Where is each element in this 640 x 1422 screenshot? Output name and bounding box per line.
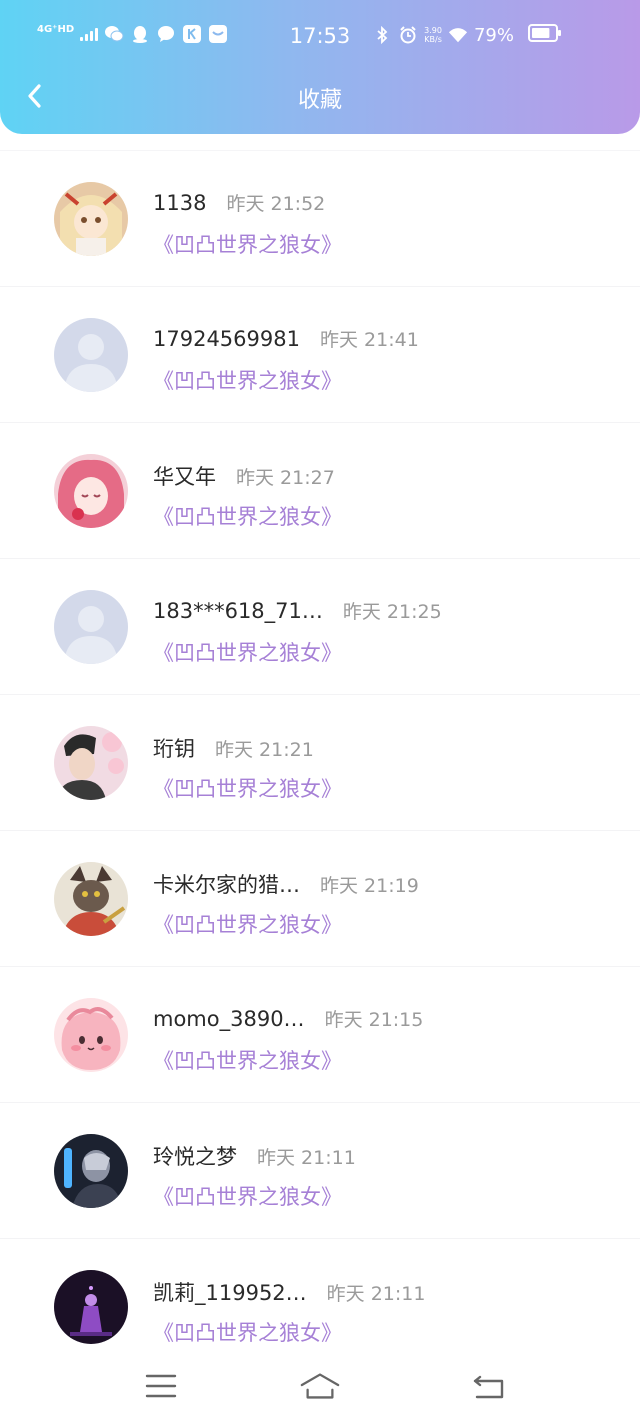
status-bar: 4G⁺HD 17:53 3.90 KB/s 79% (0, 0, 640, 74)
favorite-time: 昨天 21:19 (320, 875, 419, 897)
favorite-time: 昨天 21:41 (319, 329, 419, 351)
user-name[interactable]: 珩钥 (153, 733, 195, 763)
favorite-item[interactable]: 183***618_71… 昨天 21:25 《凹凸世界之狼女》 (0, 559, 640, 695)
favorite-item[interactable]: 1138 昨天 21:52 《凹凸世界之狼女》 (0, 151, 640, 287)
avatar-anime-beast-character[interactable] (54, 862, 128, 936)
work-title-link[interactable]: 《凹凸世界之狼女》 (153, 1045, 342, 1075)
favorite-item[interactable]: 珩钥 昨天 21:21 《凹凸世界之狼女》 (0, 695, 640, 831)
user-name[interactable]: 183***618_71… (153, 599, 323, 623)
work-title-link[interactable]: 《凹凸世界之狼女》 (153, 909, 342, 939)
user-name[interactable]: 17924569981 (153, 327, 300, 351)
status-right: 3.90 KB/s 79% (372, 24, 562, 46)
favorite-time: 昨天 21:15 (324, 1009, 424, 1031)
avatar-anime-blonde-girl[interactable] (54, 182, 128, 256)
avatar-pink-blob-mascot[interactable] (54, 998, 128, 1072)
home-button[interactable] (300, 1366, 340, 1406)
wifi-icon (448, 25, 468, 45)
item-header: 183***618_71… 昨天 21:25 (153, 597, 442, 624)
item-header: 1138 昨天 21:52 (153, 189, 325, 216)
alarm-icon (398, 25, 418, 45)
avatar-anime-pink-hair-girl[interactable] (54, 454, 128, 528)
favorite-item[interactable]: 玲悦之梦 昨天 21:11 《凹凸世界之狼女》 (0, 1103, 640, 1239)
user-name[interactable]: 华又年 (153, 461, 216, 491)
network-speed: 3.90 KB/s (424, 26, 442, 44)
avatar-default-silhouette[interactable] (54, 318, 128, 392)
menu-icon (145, 1374, 177, 1398)
user-name[interactable]: 卡米尔家的猎… (153, 869, 300, 899)
item-header: 17924569981 昨天 21:41 (153, 325, 419, 352)
favorite-time: 昨天 21:21 (215, 739, 314, 761)
battery-icon (528, 24, 562, 46)
avatar-dark-armored-character[interactable] (54, 1134, 128, 1208)
avatar-default-silhouette[interactable] (54, 590, 128, 664)
work-title-link[interactable]: 《凹凸世界之狼女》 (153, 365, 342, 395)
nav-bar: 收藏 (0, 74, 640, 120)
favorite-time: 昨天 21:11 (257, 1147, 356, 1169)
favorites-list: 1138 昨天 21:52 《凹凸世界之狼女》 17924569981 昨天 2… (0, 150, 640, 1375)
user-name[interactable]: 玲悦之梦 (153, 1141, 237, 1171)
work-title-link[interactable]: 《凹凸世界之狼女》 (153, 229, 342, 259)
item-header: 玲悦之梦 昨天 21:11 (153, 1141, 356, 1171)
system-nav-bar (0, 1350, 640, 1422)
favorite-time: 昨天 21:25 (342, 601, 442, 623)
favorite-item[interactable]: momo_3890… 昨天 21:15 《凹凸世界之狼女》 (0, 967, 640, 1103)
speed-value: 3.90 (424, 26, 442, 35)
back-icon (473, 1375, 504, 1399)
user-name[interactable]: 1138 (153, 191, 206, 215)
favorite-item[interactable]: 华又年 昨天 21:27 《凹凸世界之狼女》 (0, 423, 640, 559)
avatar-dark-purple-scene[interactable] (54, 1270, 128, 1344)
favorite-item[interactable]: 卡米尔家的猎… 昨天 21:19 《凹凸世界之狼女》 (0, 831, 640, 967)
user-name[interactable]: momo_3890… (153, 1007, 305, 1031)
work-title-link[interactable]: 《凹凸世界之狼女》 (153, 637, 342, 667)
bluetooth-icon (372, 25, 392, 45)
favorite-time: 昨天 21:52 (226, 193, 326, 215)
battery-percent: 79% (473, 24, 514, 46)
item-header: 卡米尔家的猎… 昨天 21:19 (153, 869, 419, 899)
work-title-link[interactable]: 《凹凸世界之狼女》 (153, 1181, 342, 1211)
user-name[interactable]: 凯莉_119952… (153, 1277, 307, 1307)
item-header: 华又年 昨天 21:27 (153, 461, 335, 491)
work-title-link[interactable]: 《凹凸世界之狼女》 (153, 501, 342, 531)
page-title: 收藏 (297, 88, 342, 113)
menu-button[interactable] (141, 1366, 181, 1406)
avatar-man-cherry-blossom[interactable] (54, 726, 128, 800)
system-back-button[interactable] (468, 1366, 508, 1406)
favorite-item[interactable]: 17924569981 昨天 21:41 《凹凸世界之狼女》 (0, 287, 640, 423)
item-header: 珩钥 昨天 21:21 (153, 733, 314, 763)
work-title-link[interactable]: 《凹凸世界之狼女》 (153, 773, 342, 803)
favorite-time: 昨天 21:11 (326, 1283, 426, 1305)
header: 4G⁺HD 17:53 3.90 KB/s 79% 收藏 (0, 0, 640, 134)
item-header: 凯莉_119952… 昨天 21:11 (153, 1277, 425, 1307)
speed-unit: KB/s (424, 35, 442, 44)
favorite-time: 昨天 21:27 (236, 467, 335, 489)
item-header: momo_3890… 昨天 21:15 (153, 1005, 423, 1032)
home-icon (300, 1373, 340, 1399)
work-title-link[interactable]: 《凹凸世界之狼女》 (153, 1317, 342, 1347)
